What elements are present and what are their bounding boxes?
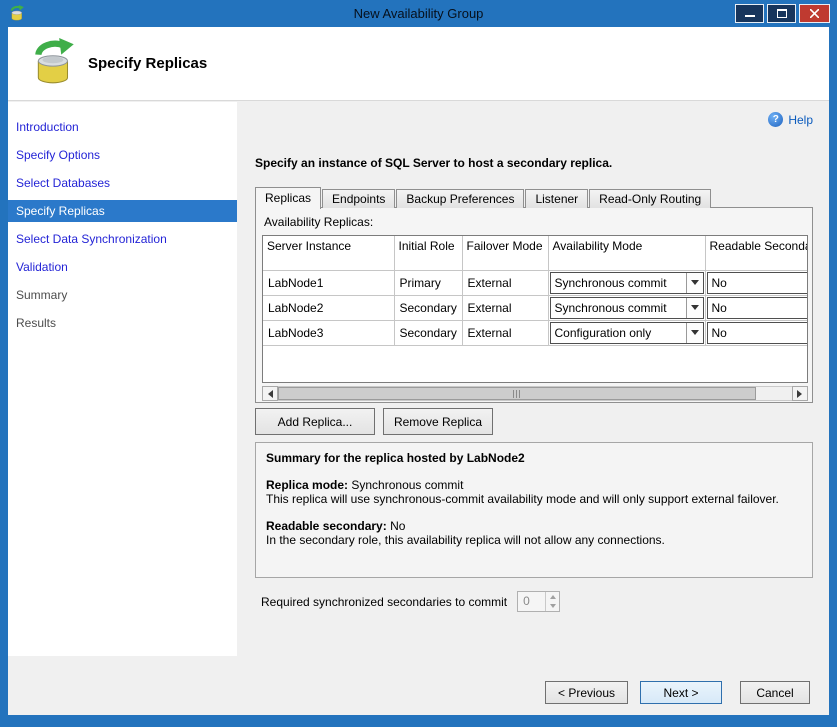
readable-secondary-value: No <box>708 276 809 290</box>
readable-secondary-dropdown[interactable]: No <box>707 297 809 319</box>
footer-bar: < Previous Next > Cancel <box>8 656 829 715</box>
quorum-spinner: 0 <box>517 591 560 612</box>
tab-read-only-routing[interactable]: Read-Only Routing <box>589 189 711 208</box>
availability-mode-dropdown[interactable]: Configuration only <box>550 322 704 344</box>
readable-secondary-summary-value: No <box>390 519 405 533</box>
cell-failover-mode: External <box>462 270 548 295</box>
replica-row-labnode3: LabNode3 Secondary External Configuratio… <box>263 320 808 345</box>
spinner-up-button <box>546 592 559 602</box>
maximize-icon <box>777 9 787 18</box>
remove-replica-button[interactable]: Remove Replica <box>383 408 493 435</box>
dialog-body: Specify Replicas Introduction Specify Op… <box>8 27 829 715</box>
column-header-initial-role[interactable]: Initial Role <box>394 236 462 270</box>
sidebar-item-results: Results <box>8 312 237 334</box>
cell-server-instance: LabNode2 <box>263 295 394 320</box>
column-header-availability-mode[interactable]: Availability Mode <box>548 236 705 270</box>
scrollbar-track[interactable] <box>278 386 792 401</box>
minimize-button[interactable] <box>735 4 764 23</box>
availability-mode-value: Synchronous commit <box>551 276 686 290</box>
tab-listener[interactable]: Listener <box>525 189 588 208</box>
availability-mode-value: Configuration only <box>551 326 686 340</box>
cancel-button[interactable]: Cancel <box>740 681 810 704</box>
scroll-left-button[interactable] <box>262 386 278 401</box>
new-availability-group-window: New Availability Group <box>0 0 837 727</box>
replica-mode-value: Synchronous commit <box>351 478 463 492</box>
availability-mode-dropdown[interactable]: Synchronous commit <box>550 272 704 294</box>
maximize-button[interactable] <box>767 4 796 23</box>
scroll-right-button[interactable] <box>792 386 808 401</box>
sidebar-item-introduction[interactable]: Introduction <box>8 116 237 138</box>
grid-header-row: Server Instance Initial Role Failover Mo… <box>263 236 808 270</box>
close-icon <box>810 9 819 18</box>
replica-mode-label: Replica mode: <box>266 478 348 492</box>
cell-initial-role: Primary <box>394 270 462 295</box>
arrow-left-icon <box>264 390 273 398</box>
cell-failover-mode: External <box>462 320 548 345</box>
readable-secondary-value: No <box>708 301 809 315</box>
chevron-down-icon[interactable] <box>686 273 703 293</box>
help-icon: ? <box>768 112 783 127</box>
grip-icon <box>513 390 521 398</box>
chevron-down-icon[interactable] <box>686 323 703 343</box>
next-button[interactable]: Next > <box>640 681 722 704</box>
availability-mode-value: Synchronous commit <box>551 301 686 315</box>
column-header-readable-secondary[interactable]: Readable Secondary <box>705 236 808 270</box>
availability-mode-dropdown[interactable]: Synchronous commit <box>550 297 704 319</box>
cell-initial-role: Secondary <box>394 320 462 345</box>
arrow-right-icon <box>797 390 806 398</box>
sidebar-item-select-data-synchronization[interactable]: Select Data Synchronization <box>8 228 237 250</box>
window-title: New Availability Group <box>0 0 837 27</box>
page-title: Specify Replicas <box>88 55 207 72</box>
replica-mode-description: This replica will use synchronous-commit… <box>266 492 802 506</box>
previous-button[interactable]: < Previous <box>545 681 628 704</box>
readable-secondary-description: In the secondary role, this availability… <box>266 533 802 547</box>
arrow-down-icon <box>550 604 556 611</box>
quorum-row: Required synchronized secondaries to com… <box>261 591 560 612</box>
arrow-up-icon <box>550 592 556 599</box>
sidebar-item-specify-options[interactable]: Specify Options <box>8 144 237 166</box>
quorum-label: Required synchronized secondaries to com… <box>261 595 507 609</box>
cell-server-instance: LabNode3 <box>263 320 394 345</box>
readable-secondary-label: Readable secondary: <box>266 519 387 533</box>
replicas-tab-panel: Availability Replicas: Server Instance I… <box>255 207 813 403</box>
help-link[interactable]: ? Help <box>768 112 813 127</box>
horizontal-scrollbar[interactable] <box>262 386 808 401</box>
sidebar-item-select-databases[interactable]: Select Databases <box>8 172 237 194</box>
main-content: ? Help Specify an instance of SQL Server… <box>238 102 829 656</box>
readable-secondary-value: No <box>708 326 809 340</box>
column-header-failover-mode[interactable]: Failover Mode <box>462 236 548 270</box>
sidebar-item-specify-replicas[interactable]: Specify Replicas <box>8 200 237 222</box>
tab-endpoints[interactable]: Endpoints <box>322 189 395 208</box>
summary-title: Summary for the replica hosted by LabNod… <box>266 451 802 465</box>
spinner-down-button <box>546 602 559 612</box>
sidebar-item-validation[interactable]: Validation <box>8 256 237 278</box>
availability-replicas-label: Availability Replicas: <box>264 215 373 229</box>
help-label: Help <box>788 113 813 127</box>
readable-secondary-dropdown[interactable]: No <box>707 322 809 344</box>
wizard-steps-sidebar: Introduction Specify Options Select Data… <box>8 102 237 656</box>
cell-server-instance: LabNode1 <box>263 270 394 295</box>
tab-replicas[interactable]: Replicas <box>255 187 321 209</box>
chevron-down-icon[interactable] <box>686 298 703 318</box>
tab-backup-preferences[interactable]: Backup Preferences <box>396 189 524 208</box>
availability-group-icon <box>30 38 80 88</box>
scrollbar-thumb[interactable] <box>278 387 756 400</box>
titlebar[interactable]: New Availability Group <box>0 0 837 27</box>
replica-row-labnode1: LabNode1 Primary External Synchronous co… <box>263 270 808 295</box>
replica-summary-panel: Summary for the replica hosted by LabNod… <box>255 442 813 578</box>
minimize-icon <box>745 9 755 18</box>
tab-strip: Replicas Endpoints Backup Preferences Li… <box>255 186 712 208</box>
column-header-server-instance[interactable]: Server Instance <box>263 236 394 270</box>
readable-secondary-dropdown[interactable]: No <box>707 272 809 294</box>
cell-failover-mode: External <box>462 295 548 320</box>
replicas-grid: Server Instance Initial Role Failover Mo… <box>262 235 808 383</box>
replica-row-labnode2: LabNode2 Secondary External Synchronous … <box>263 295 808 320</box>
sidebar-item-summary: Summary <box>8 284 237 306</box>
add-replica-button[interactable]: Add Replica... <box>255 408 375 435</box>
wizard-header: Specify Replicas <box>8 27 829 101</box>
cell-initial-role: Secondary <box>394 295 462 320</box>
close-button[interactable] <box>799 4 830 23</box>
instruction-text: Specify an instance of SQL Server to hos… <box>255 156 612 170</box>
quorum-value: 0 <box>518 592 545 611</box>
